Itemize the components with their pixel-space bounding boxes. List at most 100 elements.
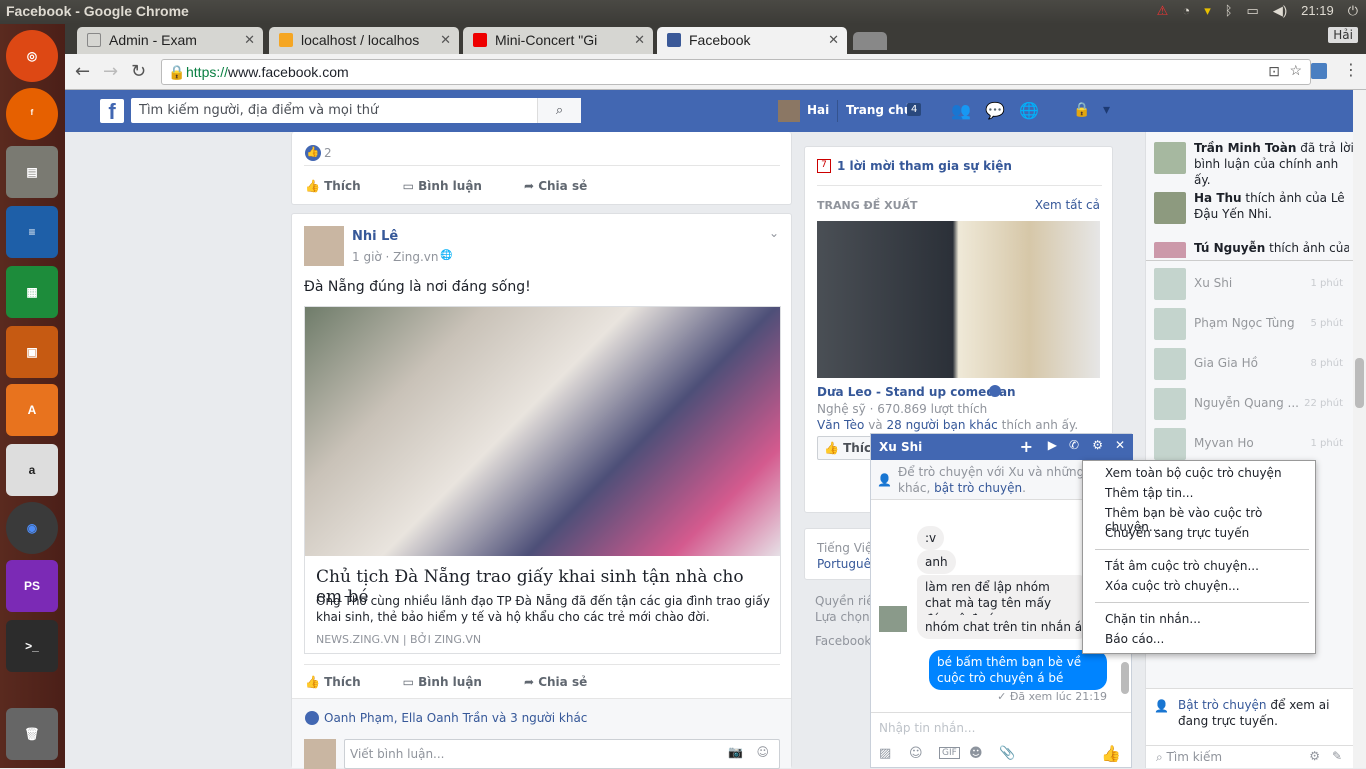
messages-icon[interactable]: 💬 xyxy=(985,101,1005,120)
ubuntu-icon[interactable]: ◎ xyxy=(6,30,58,82)
ticker-item[interactable]: Trần Minh Toàn đã trả lời bình luận của … xyxy=(1154,140,1354,187)
menu-icon[interactable]: ⋮ xyxy=(1343,60,1359,79)
search-icon[interactable]: ⌕ xyxy=(537,98,581,123)
trash-icon[interactable]: 🗑 xyxy=(6,708,58,760)
page-scrollbar[interactable] xyxy=(1353,90,1366,768)
attach-icon[interactable]: 📎 xyxy=(999,746,1015,761)
event-invite-link[interactable]: 1 lời mời tham gia sự kiện xyxy=(837,159,1012,173)
menu-item[interactable]: Xóa cuộc trò chuyện... xyxy=(1105,579,1240,593)
add-friend-icon[interactable]: + xyxy=(1020,437,1033,456)
friend-item[interactable]: Myvan Ho 1 phút xyxy=(1154,428,1349,460)
page-name[interactable]: Dưa Leo - Stand up comedian xyxy=(817,385,1016,399)
compose-icon[interactable]: ✎ xyxy=(1332,749,1342,763)
writer-icon[interactable]: ≡ xyxy=(6,206,58,258)
chrome-icon[interactable]: ◉ xyxy=(6,502,58,554)
terminal-icon[interactable]: >_ xyxy=(6,620,58,672)
menu-item[interactable]: Thêm tập tin... xyxy=(1105,486,1193,500)
forward-button[interactable]: → xyxy=(103,61,118,82)
likers-text[interactable]: Oanh Phạm, Ella Oanh Trần và 3 người khá… xyxy=(324,711,587,725)
tab-admin-exam[interactable]: Admin - Exam ✕ xyxy=(77,27,263,54)
like-button[interactable]: 👍 Thích xyxy=(305,179,361,193)
video-call-icon[interactable]: ▶ xyxy=(1048,438,1057,452)
close-icon[interactable]: ✕ xyxy=(244,32,255,48)
menu-item[interactable]: Chặn tin nhắn... xyxy=(1105,612,1201,626)
comment-input[interactable]: Viết bình luận... 📷 ☺ xyxy=(344,739,780,769)
calc-icon[interactable]: ▦ xyxy=(6,266,58,318)
scrollbar-thumb[interactable] xyxy=(1355,358,1364,408)
impress-icon[interactable]: ▣ xyxy=(6,326,58,378)
post-author[interactable]: Nhi Lê xyxy=(352,229,398,244)
gear-icon[interactable]: ⚙ xyxy=(1092,438,1103,452)
wifi-icon[interactable]: ◔ xyxy=(1182,3,1190,19)
page-cover-image[interactable] xyxy=(817,221,1100,378)
bluetooth-icon[interactable]: ᛒ xyxy=(1225,3,1233,19)
battery-icon[interactable]: ▭ xyxy=(1247,3,1259,19)
clock[interactable]: 21:19 xyxy=(1301,3,1334,19)
bookmark-star-icon[interactable]: ☆ xyxy=(1289,62,1302,79)
tab-youtube[interactable]: Mini-Concert "Gi ✕ xyxy=(463,27,653,54)
back-button[interactable]: ← xyxy=(75,61,90,82)
comment-button[interactable]: ▭ Bình luận xyxy=(403,179,482,193)
close-icon[interactable]: ✕ xyxy=(828,32,839,48)
extension-icon[interactable] xyxy=(1311,63,1327,79)
menu-item[interactable]: Tắt âm cuộc trò chuyện... xyxy=(1105,559,1259,573)
avatar[interactable] xyxy=(304,226,344,266)
profile-link[interactable]: Hai xyxy=(807,103,829,117)
friend-item[interactable]: Gia Gia Hồ 8 phút xyxy=(1154,348,1349,380)
home-link[interactable]: Trang chủ xyxy=(846,103,912,117)
new-tab-button[interactable] xyxy=(853,32,887,50)
avatar[interactable] xyxy=(778,100,800,122)
notifications-icon[interactable]: 🌐 xyxy=(1019,101,1039,120)
friend-requests-icon[interactable]: 👥 xyxy=(951,101,971,120)
friend-item[interactable]: Nguyễn Quang ... 22 phút xyxy=(1154,388,1349,420)
address-bar[interactable]: 🔒 https://www.facebook.com ⊡ ☆ xyxy=(161,59,1311,85)
tab-localhost[interactable]: localhost / localhos ✕ xyxy=(269,27,459,54)
like-count[interactable]: 2 xyxy=(324,146,332,160)
enable-chat-link[interactable]: bật trò chuyện xyxy=(934,481,1022,495)
chat-input[interactable]: Nhập tin nhắn... xyxy=(871,712,1131,740)
chat-header[interactable]: Xu Shi + ▶ ✆ ⚙ ✕ xyxy=(871,434,1133,460)
share-button[interactable]: ➦ Chia sẻ xyxy=(524,675,587,689)
amazon-icon[interactable]: a xyxy=(6,444,58,496)
menu-item[interactable]: Chuyển sang trực tuyến xyxy=(1105,526,1249,540)
close-icon[interactable]: ✕ xyxy=(634,32,645,48)
enable-chat-link[interactable]: Bật trò chuyện xyxy=(1178,698,1267,712)
search-input[interactable]: Tìm kiếm người, địa điểm và mọi thứ ⌕ xyxy=(131,98,581,123)
friend-item[interactable]: Phạm Ngọc Tùng 5 phút xyxy=(1154,308,1349,340)
close-icon[interactable]: ✕ xyxy=(1115,438,1125,452)
sticker-icon[interactable]: ☺ xyxy=(909,746,923,761)
network-icon[interactable]: ▾ xyxy=(1204,3,1211,19)
ticker-item[interactable]: Tú Nguyễn thích ảnh của xyxy=(1154,240,1349,258)
link-image[interactable] xyxy=(305,307,780,556)
privacy-icon[interactable]: 🔒 xyxy=(1073,102,1090,118)
warning-icon[interactable]: ⚠ xyxy=(1157,3,1169,19)
like-button[interactable]: 👍 Thích xyxy=(305,675,361,689)
photo-icon[interactable]: ▨ xyxy=(879,746,891,761)
thumbs-up-icon[interactable]: 👍 xyxy=(1101,744,1121,763)
gear-icon[interactable]: ⚙ xyxy=(1309,749,1320,763)
tab-facebook[interactable]: Facebook ✕ xyxy=(657,27,847,54)
files-icon[interactable]: ▤ xyxy=(6,146,58,198)
friend-item[interactable]: Xu Shi 1 phút xyxy=(1154,268,1349,300)
see-all-link[interactable]: Xem tất cả xyxy=(1035,198,1100,212)
translate-icon[interactable]: ⊡ xyxy=(1268,63,1280,80)
menu-item[interactable]: Báo cáo... xyxy=(1105,632,1164,646)
facebook-logo-icon[interactable]: f xyxy=(100,99,124,124)
comment-button[interactable]: ▭ Bình luận xyxy=(403,675,482,689)
power-icon[interactable]: ⏻ xyxy=(1348,3,1358,19)
chevron-down-icon[interactable]: ⌄ xyxy=(769,226,779,240)
sidebar-search[interactable]: ⌕ Tìm kiếm ⚙ ✎ xyxy=(1146,745,1354,769)
emoji-icon[interactable]: ☻ xyxy=(969,746,983,761)
link-preview[interactable]: Chủ tịch Đà Nẵng trao giấy khai sinh tận… xyxy=(304,306,781,654)
firefox-icon[interactable]: ᶠ xyxy=(6,88,58,140)
emoji-icon[interactable]: ☺ xyxy=(756,745,769,759)
profile-badge[interactable]: Hải xyxy=(1328,27,1358,43)
reload-button[interactable]: ↻ xyxy=(131,61,146,82)
chat-title[interactable]: Xu Shi xyxy=(879,440,922,454)
close-icon[interactable]: ✕ xyxy=(440,32,451,48)
share-button[interactable]: ➦ Chia sẻ xyxy=(524,179,587,193)
phone-icon[interactable]: ✆ xyxy=(1069,438,1079,452)
gif-icon[interactable]: GIF xyxy=(939,747,960,759)
camera-icon[interactable]: 📷 xyxy=(728,745,743,759)
volume-icon[interactable]: ◀) xyxy=(1273,3,1287,19)
